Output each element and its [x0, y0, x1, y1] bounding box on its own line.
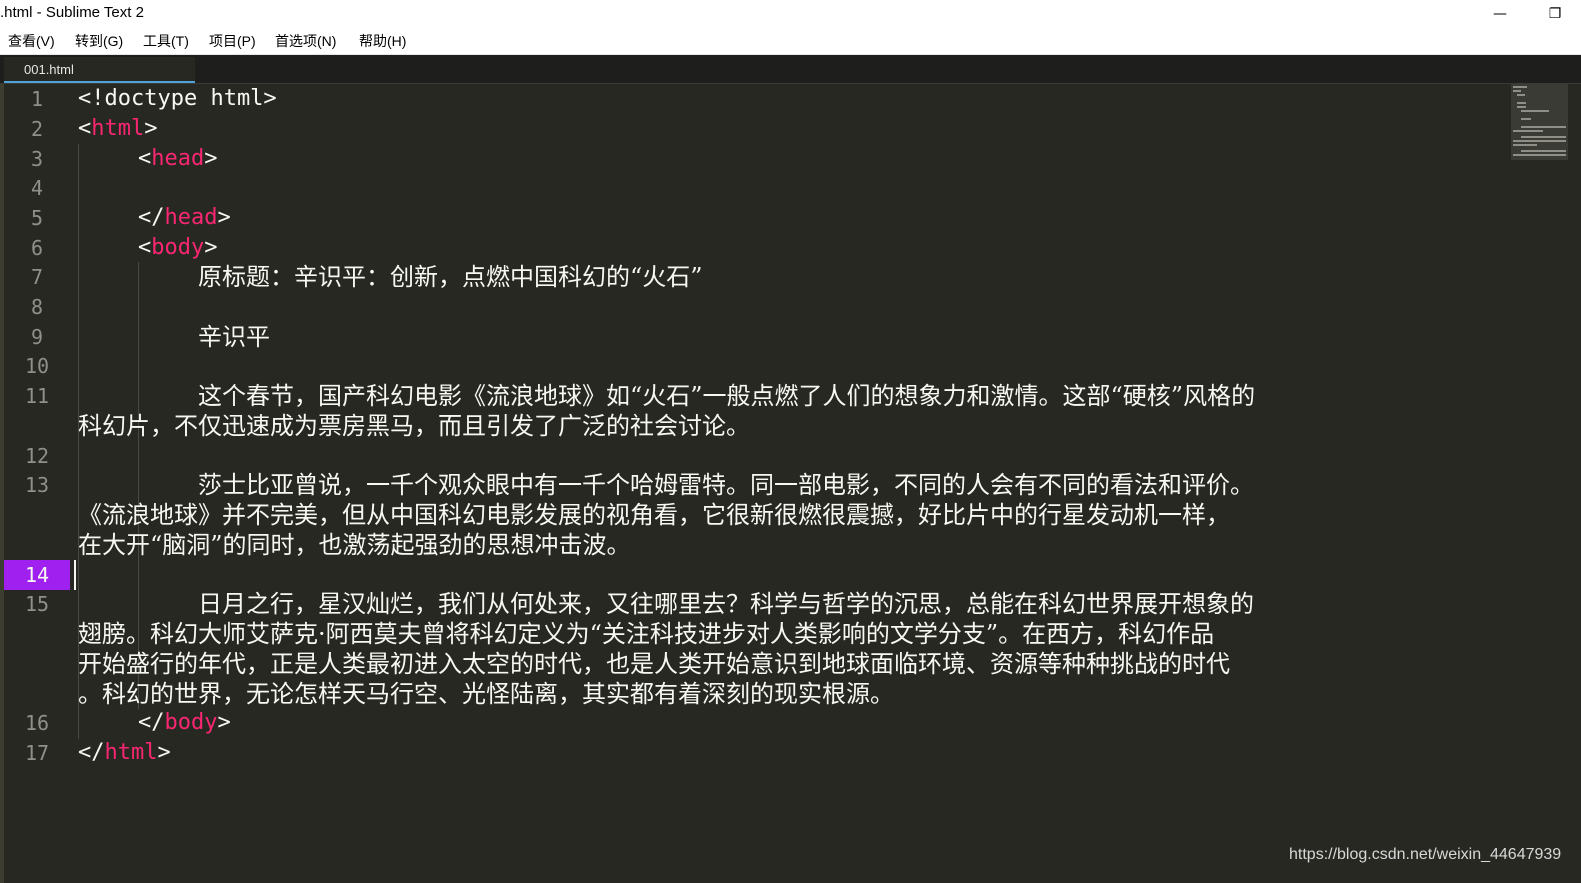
line-number: 7 — [30, 265, 44, 289]
tab-bar: 001.html — [0, 55, 1581, 84]
bracket: </ — [138, 710, 165, 735]
tag-name: html — [91, 116, 145, 141]
minimap-line — [1513, 154, 1566, 156]
line-number: 8 — [30, 295, 44, 319]
code-line-15-c: 开始盛行的年代，正是人类最初进入太空的时代，也是人类开始意识到地球面临环境、资源… — [78, 650, 1230, 678]
line-number: 9 — [30, 325, 44, 349]
line-number: 1 — [30, 87, 44, 111]
minimize-button[interactable]: — — [1482, 0, 1518, 28]
code-line-5: </head> — [138, 203, 231, 233]
line-number-gutter: 1 2 3 4 5 6 7 8 9 10 11 12 13 14 15 16 1… — [0, 84, 74, 883]
line-number-active: 14 — [4, 560, 70, 590]
text-caret — [74, 560, 76, 590]
code-line-11-a: 这个春节，国产科幻电影《流浪地球》如“火石”一般点燃了人们的想象力和激情。这部“… — [198, 382, 1256, 410]
code-line-1: <!doctype html> — [78, 84, 277, 114]
bracket: < — [138, 235, 152, 260]
line-number: 5 — [30, 206, 44, 230]
menu-view[interactable]: 查看(V) — [8, 31, 55, 51]
bracket: > — [217, 205, 231, 230]
minimap-line — [1517, 102, 1526, 104]
minimap-line — [1521, 150, 1566, 152]
bracket: > — [204, 235, 218, 260]
code-line-13-a: 莎士比亚曾说，一千个观众眼中有一千个哈姆雷特。同一部电影，不同的人会有不同的看法… — [198, 471, 1254, 499]
line-number: 10 — [24, 354, 50, 378]
minimap-line — [1521, 110, 1549, 112]
watermark-text: https://blog.csdn.net/weixin_44647939 — [1289, 846, 1562, 863]
code-line-2: <html> — [78, 114, 157, 144]
minimap-line — [1513, 86, 1527, 88]
code-line-13-c: 在大开“脑洞”的同时，也激荡起强劲的思想冲击波。 — [78, 531, 631, 559]
minimap-line — [1513, 130, 1543, 132]
restore-button[interactable]: ❐ — [1537, 0, 1573, 28]
bracket: > — [217, 710, 231, 735]
line-number: 12 — [24, 444, 50, 468]
tag-name: html — [104, 740, 158, 765]
line-number: 6 — [30, 236, 44, 260]
code-line-15-b: 翅膀。科幻大师艾萨克·阿西莫夫曾将科幻定义为“关注科技进步对人类影响的文学分支”… — [78, 620, 1215, 648]
tag-name: body — [164, 710, 218, 735]
scroll-area[interactable] — [1568, 84, 1581, 883]
code-line-9: 辛识平 — [198, 323, 270, 351]
menu-goto[interactable]: 转到(G) — [75, 31, 123, 51]
line-number: 11 — [24, 384, 50, 408]
code-line-11-b: 科幻片，不仅迅速成为票房黑马，而且引发了广泛的社会讨论。 — [78, 412, 750, 440]
line-number: 17 — [24, 741, 50, 765]
menu-help[interactable]: 帮助(H) — [359, 31, 406, 51]
code-line-7: 原标题：辛识平：创新，点燃中国科幻的“火石” — [198, 263, 703, 291]
tab-label: 001.html — [24, 62, 74, 77]
minimap-line — [1517, 106, 1526, 108]
bracket: < — [78, 116, 92, 141]
menu-preferences[interactable]: 首选项(N) — [275, 31, 336, 51]
bracket: </ — [78, 740, 105, 765]
minimap-line — [1517, 94, 1525, 96]
code-line-6: <body> — [138, 233, 217, 263]
line-number: 4 — [30, 176, 44, 200]
line-number: 2 — [30, 117, 44, 141]
code-line-17: </html> — [78, 738, 171, 768]
bracket: > — [204, 146, 218, 171]
bracket: </ — [138, 205, 165, 230]
line-number: 3 — [30, 147, 44, 171]
bracket: > — [144, 116, 158, 141]
line-number: 15 — [24, 592, 50, 616]
sublime-window: .html - Sublime Text 2 — ❐ 查看(V) 转到(G) 工… — [0, 0, 1581, 883]
line-number: 16 — [24, 711, 50, 735]
tag-name: head — [164, 205, 218, 230]
tag-name: head — [151, 146, 205, 171]
bracket: < — [138, 146, 152, 171]
minimap[interactable] — [1511, 84, 1568, 160]
minimap-line — [1513, 140, 1566, 142]
tag-name: body — [151, 235, 205, 260]
title-bar: .html - Sublime Text 2 — ❐ — [0, 0, 1581, 28]
menu-bar: 查看(V) 转到(G) 工具(T) 项目(P) 首选项(N) 帮助(H) — [0, 28, 1581, 55]
menu-tools[interactable]: 工具(T) — [143, 31, 189, 51]
line-number: 13 — [24, 473, 50, 497]
minimap-line — [1521, 136, 1566, 138]
minimap-line — [1521, 126, 1566, 128]
doctype-text: <!doctype html> — [78, 86, 277, 111]
code-line-3: <head> — [138, 144, 217, 174]
menu-project[interactable]: 项目(P) — [209, 31, 256, 51]
code-line-15-a: 日月之行，星汉灿烂，我们从何处来，又往哪里去？科学与哲学的沉思，总能在科幻世界展… — [198, 590, 1254, 618]
code-line-16: </body> — [138, 708, 231, 738]
bracket: > — [157, 740, 171, 765]
minimap-line — [1513, 90, 1521, 92]
code-editor[interactable]: <!doctype html> <html> <head> </head> <b… — [78, 84, 1510, 883]
code-line-13-b: 《流浪地球》并不完美，但从中国科幻电影发展的视角看，它很新很燃很震撼，好比片中的… — [78, 501, 1230, 529]
window-title: .html - Sublime Text 2 — [0, 4, 144, 21]
minimap-line — [1513, 144, 1537, 146]
minimap-line — [1521, 118, 1531, 120]
code-line-15-d: 。科幻的世界，无论怎样天马行空、光怪陆离，其实都有着深刻的现实根源。 — [78, 680, 894, 708]
tab-001-html[interactable]: 001.html — [4, 57, 195, 83]
